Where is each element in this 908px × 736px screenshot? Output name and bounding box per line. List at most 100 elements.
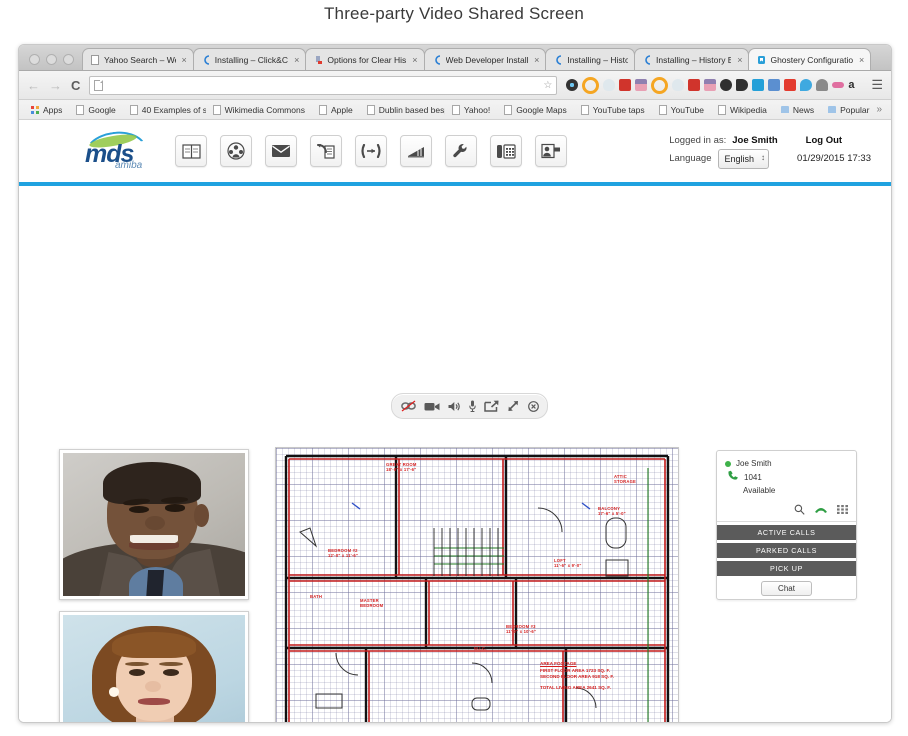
section-parked-calls[interactable]: PARKED CALLS [717, 543, 856, 558]
keypad-icon[interactable] [837, 505, 848, 516]
nav-deskphone-button[interactable] [490, 135, 522, 167]
browser-tab-label: Options for Clear Histor [327, 54, 407, 65]
account-row-language: Language English 01/29/2015 17:33 [669, 149, 871, 169]
phone-icon [727, 470, 739, 485]
chat-button[interactable]: Chat [761, 581, 812, 596]
forward-icon[interactable]: → [49, 78, 62, 93]
language-select[interactable]: English [717, 149, 770, 169]
shared-screen-floor-plan[interactable]: GREAT ROOM 18'-0" x 17'-6" BALCONY 17'-6" … [275, 447, 679, 722]
bookmark-label: Google [88, 104, 116, 115]
bookmark-wikimedia-commons[interactable]: Wikimedia Commons [206, 104, 312, 115]
maximize-window-button[interactable] [63, 54, 74, 65]
logout-button[interactable]: Log Out [806, 133, 842, 149]
translate-extension-icon[interactable] [752, 79, 765, 91]
bookmark-wikipedia[interactable]: Wikipedia [711, 104, 774, 115]
user-block-extension-icon[interactable] [768, 79, 781, 91]
no-video-icon[interactable] [400, 400, 416, 412]
nav-mail-button[interactable] [265, 135, 297, 167]
bookmark-youtube[interactable]: YouTube [652, 104, 711, 115]
browser-tab-2[interactable]: Options for Clear Histor × [305, 48, 425, 70]
ring-extension-icon[interactable] [582, 76, 600, 94]
nav-video-contact-button[interactable] [535, 135, 567, 167]
microphone-icon[interactable] [468, 400, 476, 412]
nav-call-transfer-button[interactable] [355, 135, 387, 167]
video-tile-participant-2[interactable] [59, 611, 249, 722]
plug-extension-icon[interactable] [736, 79, 749, 91]
bookmark-google[interactable]: Google [69, 104, 122, 115]
fullscreen-icon[interactable] [507, 400, 520, 412]
browser-tab-label: Web Developer Installed [445, 54, 529, 65]
nav-settings-button[interactable] [445, 135, 477, 167]
browser-tab-3[interactable]: Web Developer Installed × [423, 48, 547, 70]
browser-tab-0[interactable]: Yahoo Search – Web Sea × [82, 48, 194, 70]
reload-icon[interactable]: C [71, 78, 80, 93]
c-extension-icon[interactable] [784, 79, 797, 91]
room-label-master: MASTER BEDROOM [360, 598, 384, 608]
search-icon[interactable] [794, 504, 805, 517]
section-active-calls[interactable]: ACTIVE CALLS [717, 525, 856, 540]
back-icon[interactable]: ← [27, 78, 40, 93]
droplet-extension-icon[interactable] [800, 79, 813, 91]
nav-reports-button[interactable] [400, 135, 432, 167]
book2-extension-icon[interactable] [688, 79, 701, 91]
close-tab-button[interactable]: × [859, 55, 864, 65]
cloud2-extension-icon[interactable] [672, 79, 685, 91]
page-icon [129, 104, 138, 115]
bookmark-dublin[interactable]: Dublin based bespo [360, 104, 445, 115]
cloud-extension-icon[interactable] [603, 79, 616, 91]
close-window-button[interactable] [29, 54, 40, 65]
browser-tab-5[interactable]: Installing – History Erase × [634, 48, 750, 70]
firefox-icon [643, 54, 652, 65]
close-tab-button[interactable]: × [412, 55, 417, 65]
ring2-extension-icon[interactable] [651, 76, 669, 94]
bookmark-folder-news[interactable]: News [774, 105, 821, 115]
bookmark-yahoo[interactable]: Yahoo! [445, 104, 497, 115]
conference-icon [226, 142, 246, 160]
gear-extension-icon[interactable] [720, 79, 733, 91]
nav-call-log-button[interactable] [310, 135, 342, 167]
browser-menu-icon[interactable]: ☰ [871, 77, 883, 93]
end-call-icon[interactable] [527, 400, 539, 412]
bookmark-examples[interactable]: 40 Examples of stu [123, 104, 206, 115]
minimize-window-button[interactable] [46, 54, 57, 65]
address-bar[interactable]: ☆ [89, 75, 558, 95]
book-extension-icon[interactable] [619, 79, 632, 91]
section-pick-up[interactable]: PICK UP [717, 561, 856, 576]
nav-directory-button[interactable] [175, 135, 207, 167]
bookmark-label: Wikimedia Commons [224, 104, 305, 115]
room-label-attic: ATTIC STORAGE [614, 474, 637, 484]
bookmark-apple[interactable]: Apple [312, 104, 360, 115]
deskphone-icon [496, 143, 516, 160]
ghost-extension-icon[interactable] [816, 79, 829, 91]
share-screen-icon[interactable] [483, 400, 499, 412]
photo-ear [194, 504, 209, 528]
browser-tab-1[interactable]: Installing – Click&Clean × [192, 48, 307, 70]
bookmark-youtube-taps[interactable]: YouTube taps [574, 104, 652, 115]
browser-tab-label: Ghostery Configuration [770, 54, 853, 65]
close-tab-button[interactable]: × [534, 55, 539, 65]
person-extension-icon[interactable] [635, 79, 648, 91]
browser-tab-4[interactable]: Installing – Histo [545, 48, 635, 70]
window-traffic-lights[interactable] [23, 54, 82, 70]
amazon-extension-icon[interactable]: a [848, 79, 860, 91]
maximize-icon[interactable] [870, 52, 885, 66]
bookmark-google-maps[interactable]: Google Maps [497, 104, 574, 115]
pill-extension-icon[interactable] [832, 82, 845, 88]
nav-conference-button[interactable] [220, 135, 252, 167]
browser-tab-6[interactable]: Ghostery Configuration × [748, 48, 872, 70]
close-tab-button[interactable]: × [737, 55, 742, 65]
bookmark-star-icon[interactable]: ☆ [543, 80, 552, 91]
camera-icon[interactable] [424, 401, 440, 412]
browser-toolbar: ← → C ☆ a ☰ [19, 71, 891, 100]
room-label-bedroom-2: BEDROOM #2 12'-0" x 11'-6" [328, 548, 359, 558]
phone-icon[interactable] [814, 505, 828, 516]
bookmark-apps[interactable]: Apps [24, 105, 69, 115]
bookmarks-overflow-button[interactable]: » [876, 104, 886, 115]
bookmark-folder-popular[interactable]: Popular [821, 105, 876, 115]
speaker-icon[interactable] [448, 401, 461, 412]
close-tab-button[interactable]: × [294, 55, 299, 65]
video-tile-participant-1[interactable] [59, 449, 249, 600]
camera-extension-icon[interactable] [566, 79, 579, 91]
person2-extension-icon[interactable] [704, 79, 717, 91]
close-tab-button[interactable]: × [182, 55, 187, 65]
